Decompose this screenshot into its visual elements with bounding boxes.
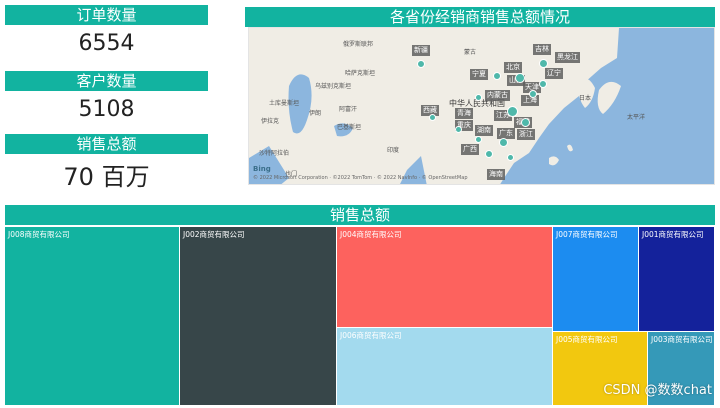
bubble-central[interactable] (475, 94, 482, 101)
bubble-jilin[interactable] (539, 59, 548, 68)
country-label-russia: 俄罗斯联邦 (343, 41, 374, 48)
treemap-tile-j006[interactable]: J006商贸有限公司 (337, 328, 553, 406)
bubble-ningxia[interactable] (493, 72, 501, 80)
province-label-heilongjiang: 黑龙江 (555, 52, 580, 63)
treemap-tile-j008[interactable]: J008商贸有限公司 (5, 227, 180, 406)
customer-count-value: 5108 (78, 97, 135, 122)
province-label-hunan: 湖南 (475, 125, 493, 136)
treemap-tile-j002[interactable]: J002商贸有限公司 (180, 227, 337, 406)
bing-logo: Bing (253, 165, 271, 173)
bubble-liaoning[interactable] (539, 80, 547, 88)
province-label-jilin: 吉林 (533, 44, 551, 55)
map-attribution: © 2022 Microsoft Corporation · ©2022 Tom… (253, 175, 468, 181)
country-label-iran: 伊朗 (309, 110, 322, 117)
province-label-xinjiang: 新疆 (412, 45, 430, 56)
map-title: 各省份经销商销售总额情况 (245, 7, 715, 27)
country-label-afghanistan: 阿富汗 (339, 106, 358, 113)
country-label-mongolia: 蒙古 (464, 49, 477, 56)
country-label-india: 印度 (387, 147, 400, 154)
country-label-kazakhstan: 哈萨克斯坦 (345, 70, 376, 77)
sales-total-value: 70 百万 (63, 163, 150, 191)
bubble-guangdong[interactable] (499, 138, 508, 147)
csdn-watermark: CSDN @数数chat (603, 383, 712, 398)
province-label-guangxi: 广西 (461, 144, 479, 155)
order-count-value: 6554 (78, 31, 135, 56)
treemap-title: 销售总额 (5, 205, 715, 225)
bubble-guangxi[interactable] (485, 150, 493, 158)
bubble-xinjiang[interactable] (417, 60, 425, 68)
ocean-label-pacific: 太平洋 (627, 114, 646, 121)
sales-map[interactable]: 俄罗斯联邦 蒙古 中华人民共和国 日本 哈萨克斯坦 乌兹别克斯坦 阿富汗 伊朗 … (248, 27, 715, 185)
province-label-hainan: 海南 (487, 169, 505, 180)
province-label-qinghai: 青海 (455, 108, 473, 119)
treemap-tile-j004[interactable]: J004商贸有限公司 (337, 227, 553, 328)
bubble-jiangsu[interactable] (507, 106, 518, 117)
treemap-tile-j001[interactable]: J001商贸有限公司 (639, 227, 715, 332)
province-label-zhejiang: 浙江 (517, 129, 535, 140)
bubble-south[interactable] (507, 154, 514, 161)
bubble-hunan[interactable] (475, 136, 482, 143)
bubble-tianjin[interactable] (529, 90, 537, 98)
province-label-ningxia: 宁夏 (470, 69, 488, 80)
country-label-iraq: 伊拉克 (261, 118, 280, 125)
treemap-tile-j007[interactable]: J007商贸有限公司 (553, 227, 639, 332)
bubble-beijing[interactable] (515, 73, 525, 83)
country-label-saudi: 沙特阿拉伯 (259, 150, 290, 157)
province-label-neimenggu: 内蒙古 (485, 90, 510, 101)
country-label-pakistan: 巴基斯坦 (337, 124, 362, 131)
bubble-xizang[interactable] (429, 114, 436, 121)
province-label-beijing: 北京 (504, 62, 522, 73)
country-label-turkmenistan: 土库曼斯坦 (269, 100, 300, 107)
bubble-zhejiang[interactable] (521, 118, 530, 127)
order-count-header: 订单数量 (5, 5, 208, 25)
country-label-uzbekistan: 乌兹别克斯坦 (315, 83, 352, 90)
bubble-qinghai[interactable] (455, 126, 462, 133)
province-label-guangdong: 广东 (497, 128, 515, 139)
country-label-japan: 日本 (579, 95, 592, 102)
sales-total-header: 销售总额 (5, 134, 208, 154)
customer-count-header: 客户数量 (5, 71, 208, 91)
province-label-liaoning: 辽宁 (545, 68, 563, 79)
